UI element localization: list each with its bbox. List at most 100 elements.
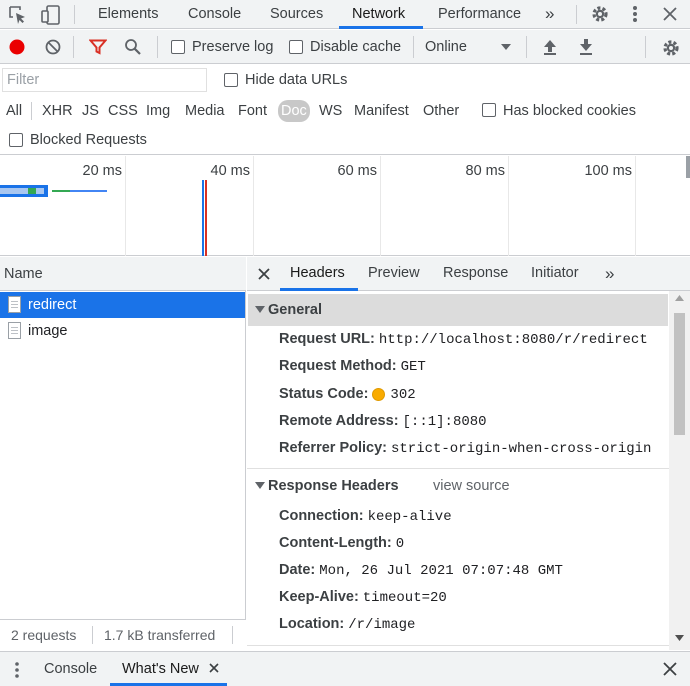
- export-har-icon[interactable]: [578, 38, 594, 56]
- tab-sources[interactable]: Sources: [270, 0, 323, 29]
- drawer-tab-bar: Console What's New: [0, 651, 690, 686]
- disable-cache-label: Disable cache: [310, 39, 402, 55]
- more-detail-tabs-button[interactable]: »: [605, 257, 614, 291]
- record-icon[interactable]: [8, 38, 26, 56]
- keep-alive-row: Keep-Alive: timeout=20: [279, 589, 447, 606]
- overview-resize-handle[interactable]: [686, 156, 690, 178]
- referrer-policy-row: Referrer Policy: strict-origin-when-cross…: [279, 440, 652, 457]
- devtools-tab-bar: Elements Console Sources Network Perform…: [0, 0, 690, 29]
- kebab-menu-icon[interactable]: [629, 4, 641, 24]
- has-blocked-cookies-label: Has blocked cookies: [503, 103, 636, 119]
- status-warning-dot-icon: [372, 388, 385, 401]
- overview-tick-label: 40 ms: [210, 163, 251, 179]
- hide-data-urls-checkbox[interactable]: [224, 73, 238, 87]
- status-code-row: Status Code: 302: [279, 386, 416, 403]
- device-toolbar-icon[interactable]: [40, 4, 62, 26]
- drawer-tab-console[interactable]: Console: [44, 655, 97, 684]
- request-row-redirect[interactable]: redirect: [0, 292, 245, 318]
- type-filter-font[interactable]: Font: [238, 100, 267, 122]
- details-scrollbar[interactable]: [669, 291, 690, 650]
- resource-type-filters: All XHR JS CSS Img Media Font Doc WS Man…: [0, 96, 690, 126]
- type-filter-js[interactable]: JS: [82, 100, 99, 122]
- request-url-value: http://localhost:8080/r/redirect: [378, 332, 648, 348]
- tab-headers[interactable]: Headers: [290, 257, 345, 291]
- overview-tick-label: 80 ms: [465, 163, 506, 179]
- remote-address-row: Remote Address: [::1]:8080: [279, 413, 487, 430]
- tab-response[interactable]: Response: [443, 257, 508, 291]
- hide-data-urls-label: Hide data URLs: [245, 72, 348, 88]
- transferred-size: 1.7 kB transferred: [104, 627, 216, 643]
- response-headers-section-header[interactable]: Response Headers view source: [248, 470, 668, 502]
- content-length-value: 0: [395, 536, 405, 552]
- tab-network[interactable]: Network: [352, 0, 405, 29]
- overview-tick-label: 20 ms: [82, 163, 123, 179]
- domcontentloaded-marker: [202, 180, 204, 256]
- preserve-log-label: Preserve log: [192, 39, 274, 55]
- general-section-header[interactable]: General: [248, 294, 668, 326]
- network-settings-gear-icon[interactable]: [661, 38, 681, 58]
- close-devtools-icon[interactable]: [662, 6, 678, 22]
- drawer-menu-icon[interactable]: [12, 660, 22, 680]
- request-name: image: [28, 323, 68, 339]
- dropdown-arrow-icon[interactable]: [500, 42, 512, 52]
- type-filter-ws[interactable]: WS: [319, 100, 342, 122]
- document-file-icon: [8, 296, 21, 313]
- disable-cache-checkbox[interactable]: [289, 40, 303, 54]
- overview-tick-label: 60 ms: [337, 163, 378, 179]
- filter-input[interactable]: Filter: [2, 68, 207, 92]
- active-tab-indicator: [280, 288, 358, 291]
- type-filter-all[interactable]: All: [6, 100, 22, 122]
- type-filter-manifest[interactable]: Manifest: [354, 100, 409, 122]
- close-details-icon[interactable]: [258, 268, 270, 280]
- search-icon[interactable]: [124, 38, 142, 56]
- view-source-link[interactable]: view source: [433, 470, 510, 502]
- scrollbar-thumb[interactable]: [674, 313, 685, 435]
- active-tab-indicator: [339, 26, 423, 29]
- location-value: /r/image: [348, 617, 416, 633]
- type-filter-img[interactable]: Img: [146, 100, 170, 122]
- filter-row: Filter Hide data URLs: [0, 65, 690, 96]
- close-drawer-icon[interactable]: [663, 662, 677, 676]
- response-headers-title: Response Headers: [268, 478, 399, 494]
- content-length-row: Content-Length: 0: [279, 535, 405, 552]
- tab-console[interactable]: Console: [188, 0, 241, 29]
- blocked-requests-label: Blocked Requests: [30, 132, 147, 148]
- request-row-image[interactable]: image: [0, 318, 245, 344]
- request-url-row: Request URL: http://localhost:8080/r/redi…: [279, 331, 648, 348]
- filter-funnel-icon[interactable]: [89, 39, 107, 55]
- connection-row: Connection: keep-alive: [279, 508, 452, 525]
- throttling-select[interactable]: Online: [425, 39, 467, 55]
- tab-elements[interactable]: Elements: [98, 0, 158, 29]
- request-method-row: Request Method: GET: [279, 358, 426, 375]
- type-filter-css[interactable]: CSS: [108, 100, 138, 122]
- blocked-requests-checkbox[interactable]: [9, 133, 23, 147]
- type-filter-doc[interactable]: Doc: [278, 100, 310, 122]
- import-har-icon[interactable]: [542, 38, 558, 56]
- tab-initiator[interactable]: Initiator: [531, 257, 579, 291]
- tab-performance[interactable]: Performance: [438, 0, 521, 29]
- requests-header: Name: [0, 257, 246, 291]
- details-tab-bar: Headers Preview Response Initiator »: [247, 257, 690, 291]
- date-row: Date: Mon, 26 Jul 2021 07:07:48 GMT: [279, 562, 563, 579]
- type-filter-xhr[interactable]: XHR: [42, 100, 73, 122]
- overview-tick-label: 100 ms: [584, 163, 632, 179]
- requests-pane: Name redirect image 2 requests 1.7 kB tr…: [0, 257, 246, 650]
- tab-preview[interactable]: Preview: [368, 257, 420, 291]
- status-code-value: 302: [390, 387, 416, 403]
- clear-icon[interactable]: [44, 38, 62, 56]
- location-row: Location:/r/image: [279, 616, 416, 633]
- settings-gear-icon[interactable]: [590, 4, 610, 24]
- blocked-requests-row: Blocked Requests: [0, 127, 690, 155]
- type-filter-other[interactable]: Other: [423, 100, 459, 122]
- close-whats-new-icon[interactable]: [209, 663, 219, 673]
- more-tabs-button[interactable]: »: [545, 0, 554, 29]
- network-overview-timeline[interactable]: 20 ms 40 ms 60 ms 80 ms 100 ms: [0, 156, 690, 256]
- request-count: 2 requests: [11, 627, 77, 643]
- preserve-log-checkbox[interactable]: [171, 40, 185, 54]
- name-column-header[interactable]: Name: [4, 266, 43, 282]
- drawer-tab-whats-new[interactable]: What's New: [122, 655, 199, 684]
- inspect-element-icon[interactable]: [8, 5, 28, 25]
- type-filter-media[interactable]: Media: [185, 100, 225, 122]
- request-method-value: GET: [400, 359, 426, 375]
- has-blocked-cookies-checkbox[interactable]: [482, 103, 496, 117]
